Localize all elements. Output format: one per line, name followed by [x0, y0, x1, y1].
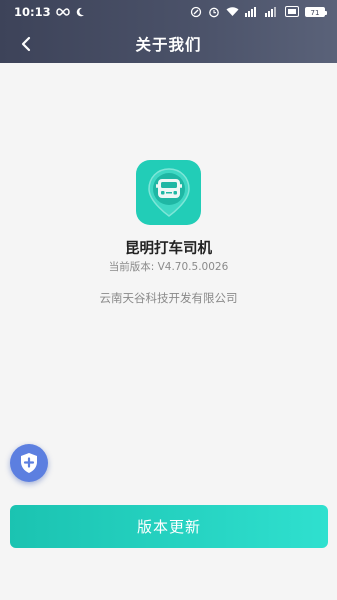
signal-1-icon — [245, 5, 259, 18]
app-logo — [136, 160, 201, 225]
status-right: 71 — [190, 5, 327, 18]
battery-indicator: 71 — [305, 6, 327, 17]
company-name: 云南天谷科技开发有限公司 — [99, 291, 238, 305]
car-in-pin-logo — [147, 167, 190, 217]
status-time: 10:13 — [14, 5, 51, 19]
shield-plus-icon — [21, 453, 37, 473]
hd-icon — [285, 5, 299, 18]
moon-icon — [75, 6, 85, 19]
nfc-icon — [190, 5, 202, 18]
nav-bar: 关于我们 — [0, 24, 337, 63]
infinity-icon — [55, 6, 70, 19]
wifi-icon — [226, 5, 239, 18]
signal-2-icon — [265, 5, 279, 18]
status-bar: 10:13 71 — [0, 0, 337, 24]
floating-shield-button[interactable] — [10, 444, 48, 482]
status-left: 10:13 — [14, 5, 85, 19]
app-name: 昆明打车司机 — [125, 241, 212, 257]
header: 10:13 71 关于我们 — [0, 0, 337, 63]
update-version-button[interactable]: 版本更新 — [10, 505, 328, 548]
page-title: 关于我们 — [135, 36, 202, 54]
alarm-icon — [208, 5, 220, 18]
version-text: 当前版本: V4.70.5.0026 — [108, 261, 229, 273]
